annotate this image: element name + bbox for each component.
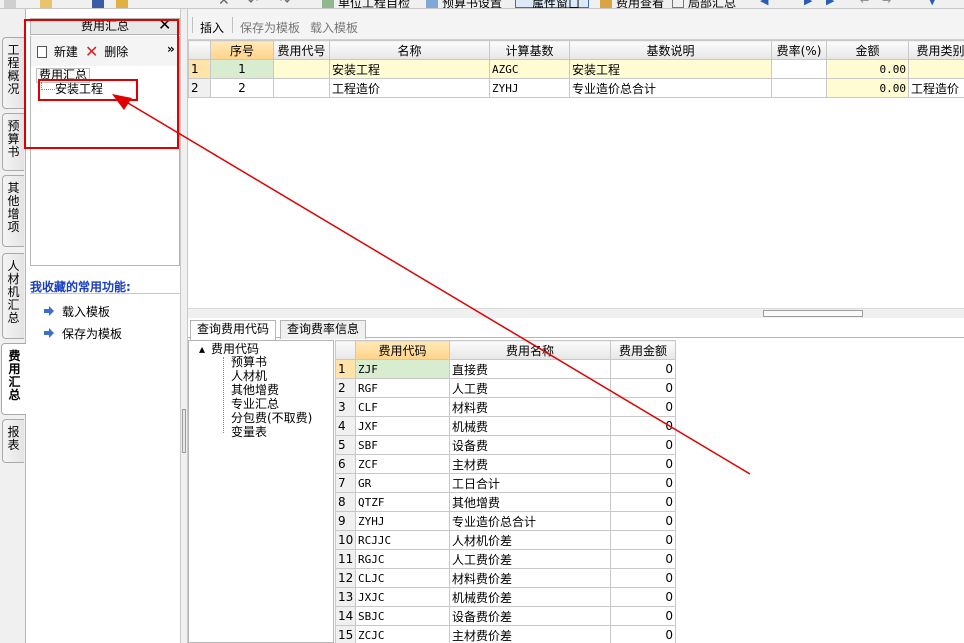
app-window: ✕ ↶ ↷ 单位工程自检 预算书设置 属性窗口 费用查看 局部汇总 ◀ ▶ ▶ … [0,0,964,643]
annotation-arrow [112,94,751,475]
